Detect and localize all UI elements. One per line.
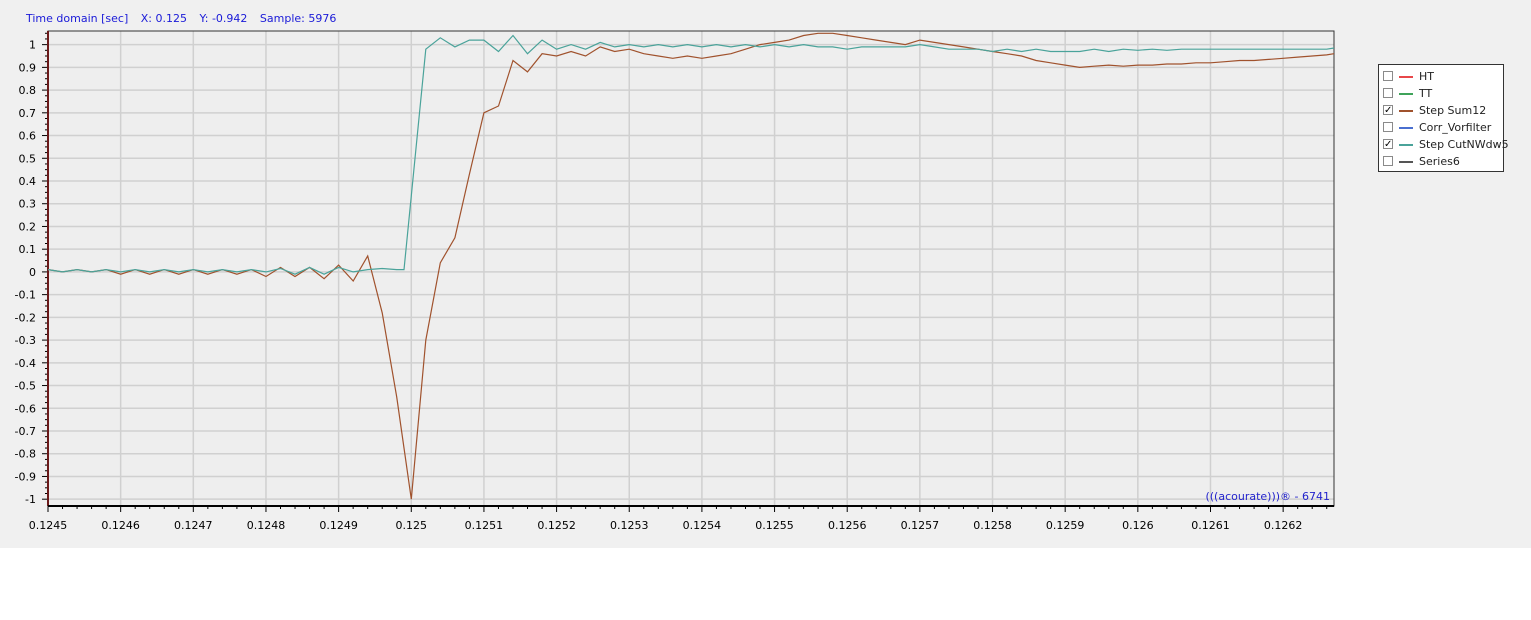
y-tick-label: 0.3 (19, 198, 37, 211)
x-tick-label: 0.1255 (755, 519, 794, 532)
legend-label: Series6 (1419, 155, 1460, 168)
x-tick-label: 0.1252 (537, 519, 576, 532)
y-tick-label: 0.5 (19, 152, 37, 165)
x-tick-label: 0.1249 (319, 519, 358, 532)
y-tick-label: -0.8 (15, 448, 36, 461)
legend-label: Corr_Vorfilter (1419, 121, 1492, 134)
legend-checkbox[interactable] (1383, 88, 1393, 98)
legend-checkbox[interactable] (1383, 156, 1393, 166)
legend-swatch (1399, 127, 1413, 129)
x-tick-label: 0.125 (396, 519, 428, 532)
legend-checkbox[interactable]: ✓ (1383, 139, 1393, 150)
y-tick-label: 0.8 (19, 84, 37, 97)
y-tick-label: -0.1 (15, 289, 36, 302)
x-tick-label: 0.1258 (973, 519, 1012, 532)
y-tick-label: -0.4 (15, 357, 36, 370)
legend-swatch (1399, 76, 1413, 78)
y-tick-label: -0.5 (15, 380, 36, 393)
x-readout: X: 0.125 (140, 12, 187, 25)
y-tick-label: 0.6 (19, 130, 37, 143)
chart-svg[interactable]: 1 0.9 0.8 0.7 0.6 0.5 0.4 0.3 0.2 0.1 0 -0.1 -0.2 -0.… (0, 0, 1531, 548)
x-tick-label: 0.1261 (1191, 519, 1230, 532)
y-tick-label: -0.3 (15, 334, 36, 347)
x-tick-label: 0.1257 (901, 519, 940, 532)
legend-item-tt[interactable]: TT (1379, 85, 1503, 102)
x-tick-label: 0.1246 (101, 519, 140, 532)
x-tick-label: 0.1253 (610, 519, 649, 532)
chart-window: 1 0.9 0.8 0.7 0.6 0.5 0.4 0.3 0.2 0.1 0 -0.1 -0.2 -0.… (0, 0, 1531, 548)
y-tick-label: -0.6 (15, 402, 36, 415)
watermark: (((acourate)))® - 6741 (1205, 490, 1330, 503)
plot-area (48, 31, 1334, 506)
y-tick-label: -0.7 (15, 425, 36, 438)
legend-swatch (1399, 144, 1413, 146)
legend: HT TT ✓ Step Sum12 Corr_Vorfilter ✓ Step CutNW… (1378, 64, 1509, 172)
legend-checkbox[interactable] (1383, 71, 1393, 81)
y-tick-label: 0.4 (19, 175, 37, 188)
legend-swatch (1399, 110, 1413, 112)
x-tick-label: 0.1256 (828, 519, 867, 532)
legend-swatch (1399, 93, 1413, 95)
legend-checkbox[interactable]: ✓ (1383, 105, 1393, 116)
x-tick-label: 0.1247 (174, 519, 213, 532)
legend-label: Step CutNWdw5 (1419, 138, 1509, 151)
y-tick-label: 0 (29, 266, 36, 279)
x-tick-label: 0.1251 (465, 519, 504, 532)
x-tick-label: 0.1248 (247, 519, 286, 532)
y-tick-label: -0.2 (15, 311, 36, 324)
y-readout: Y: -0.942 (199, 12, 248, 25)
y-tick-label: 0.9 (19, 61, 37, 74)
legend-item-corr-vorfilter[interactable]: Corr_Vorfilter (1379, 119, 1503, 136)
legend-label: TT (1419, 87, 1433, 100)
y-tick-label: 1 (29, 39, 36, 52)
sample-readout: Sample: 5976 (259, 12, 337, 25)
legend-item-step-cutnwdw5[interactable]: ✓ Step CutNWdw5 (1379, 136, 1509, 153)
x-tick-label: 0.1254 (683, 519, 722, 532)
x-tick-label: 0.1262 (1264, 519, 1303, 532)
legend-label: HT (1419, 70, 1434, 83)
legend-item-step-sum12[interactable]: ✓ Step Sum12 (1379, 102, 1503, 119)
domain-label: Time domain [sec] (26, 12, 129, 25)
legend-swatch (1399, 161, 1413, 163)
x-tick-label: 0.1245 (29, 519, 68, 532)
x-tick-label: 0.1259 (1046, 519, 1085, 532)
y-tick-label: -0.9 (15, 470, 36, 483)
y-tick-label: 0.2 (19, 220, 37, 233)
legend-checkbox[interactable] (1383, 122, 1393, 132)
cursor-readout: Time domain [sec] X: 0.125 Y: -0.942 Sam… (26, 12, 345, 25)
y-tick-label: -1 (25, 493, 36, 506)
x-tick-label: 0.126 (1122, 519, 1154, 532)
legend-label: Step Sum12 (1419, 104, 1487, 117)
legend-item-series6[interactable]: Series6 (1379, 153, 1503, 170)
y-tick-label: 0.1 (19, 243, 37, 256)
y-tick-label: 0.7 (19, 107, 37, 120)
legend-item-ht[interactable]: HT (1379, 68, 1503, 85)
